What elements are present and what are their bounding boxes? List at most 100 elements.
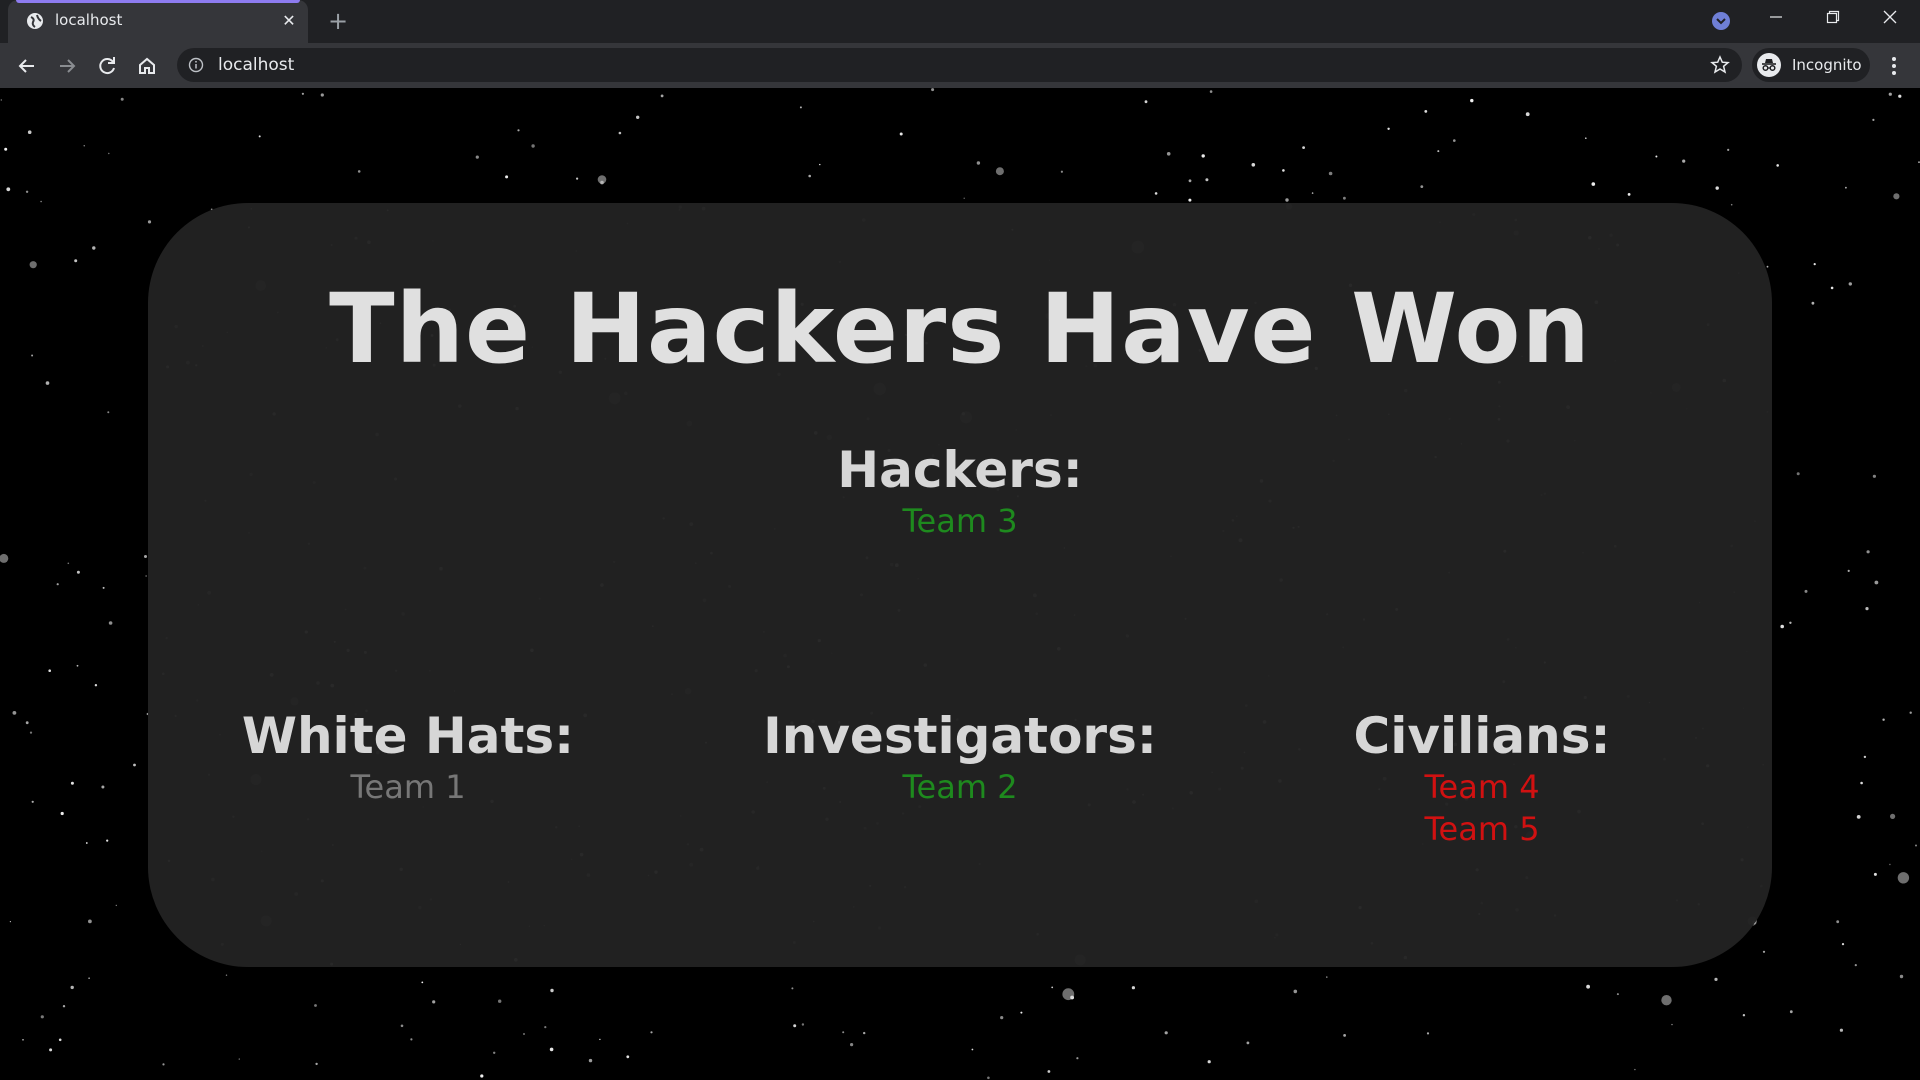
star [1909,711,1912,714]
arrow-left-icon[interactable] [12,51,42,81]
globe-icon [27,13,43,29]
group-title-hackers: Hackers: [837,441,1083,499]
star [92,246,96,250]
star [1796,472,1800,476]
info-icon[interactable] [188,57,204,73]
star [29,261,37,269]
star [1591,182,1596,186]
restore-icon [1826,10,1840,24]
star-icon[interactable] [1710,55,1730,75]
star [636,115,640,119]
star [618,131,622,135]
star [1780,624,1784,629]
browser-tab-bar: localhost ✕ + [0,0,1920,43]
star [1872,474,1876,478]
url-text[interactable]: localhost [218,55,294,75]
star [1804,589,1808,593]
group-white-hats: White Hats: Team 1 [148,706,668,808]
star [1062,988,1075,1001]
group-civilians: Civilians: Team 4 Team 5 [1222,706,1742,850]
star [475,155,479,159]
star [550,988,554,993]
home-icon[interactable] [132,51,162,81]
tab-title: localhost [55,11,123,29]
reload-icon[interactable] [92,51,122,81]
tab-search-icon[interactable] [1711,11,1731,31]
star [660,94,664,98]
star [1328,171,1333,176]
star [1525,112,1530,117]
star [1251,163,1256,167]
star [1000,1016,1004,1020]
star [517,129,520,132]
star [115,904,118,907]
star [314,1004,317,1007]
star [588,1058,593,1063]
star [531,144,535,148]
star [225,974,228,976]
star [1742,1014,1746,1017]
star [9,921,11,923]
star [1893,193,1900,200]
star [1246,1041,1250,1045]
star [1076,1057,1079,1060]
star [1060,170,1063,173]
star [793,1024,797,1028]
star [995,167,1004,176]
star [58,1038,62,1042]
star [1776,164,1779,167]
star [1789,1010,1793,1014]
star [145,575,147,577]
star [301,92,304,95]
star [931,88,935,92]
new-tab-button[interactable]: + [326,9,350,33]
star [1874,580,1879,585]
star [85,842,88,844]
star [49,1048,53,1052]
star [1209,90,1213,93]
close-icon[interactable]: ✕ [280,12,298,30]
star [626,1055,630,1059]
page-title: The Hackers Have Won [329,273,1591,385]
star [1285,198,1289,202]
star [1873,872,1877,876]
star [1470,98,1474,103]
star [22,1039,24,1041]
star [1188,179,1192,183]
star [1762,950,1766,953]
star [70,985,74,990]
star [102,586,105,589]
star [83,145,85,147]
browser-tab[interactable]: localhost ✕ [8,0,308,43]
star [48,669,51,672]
team-item: Team 2 [902,768,1018,806]
star [1915,844,1917,847]
star [1282,169,1285,172]
star [976,161,981,165]
close-window-button[interactable] [1862,0,1918,40]
arrow-right-icon[interactable] [52,51,82,81]
address-bar[interactable]: localhost [177,48,1742,82]
star [1453,139,1456,142]
group-title-white-hats: White Hats: [241,707,575,765]
star [1437,150,1440,153]
browser-toolbar: localhost Incognito [0,43,1920,88]
star [791,987,794,990]
star [56,583,59,586]
star [1627,193,1631,196]
minimize-button[interactable] [1748,0,1804,40]
star [60,811,64,816]
star [599,1038,601,1041]
star [1144,100,1148,104]
star [863,1031,866,1035]
kebab-menu-icon[interactable] [1880,52,1908,80]
star [505,175,509,179]
close-window-icon [1883,10,1897,24]
star [1387,127,1390,130]
star [1715,186,1719,190]
star [40,1015,44,1019]
star [1207,1060,1211,1064]
restore-button[interactable] [1805,0,1861,40]
incognito-profile-button[interactable]: Incognito [1752,48,1870,82]
star [45,381,50,385]
